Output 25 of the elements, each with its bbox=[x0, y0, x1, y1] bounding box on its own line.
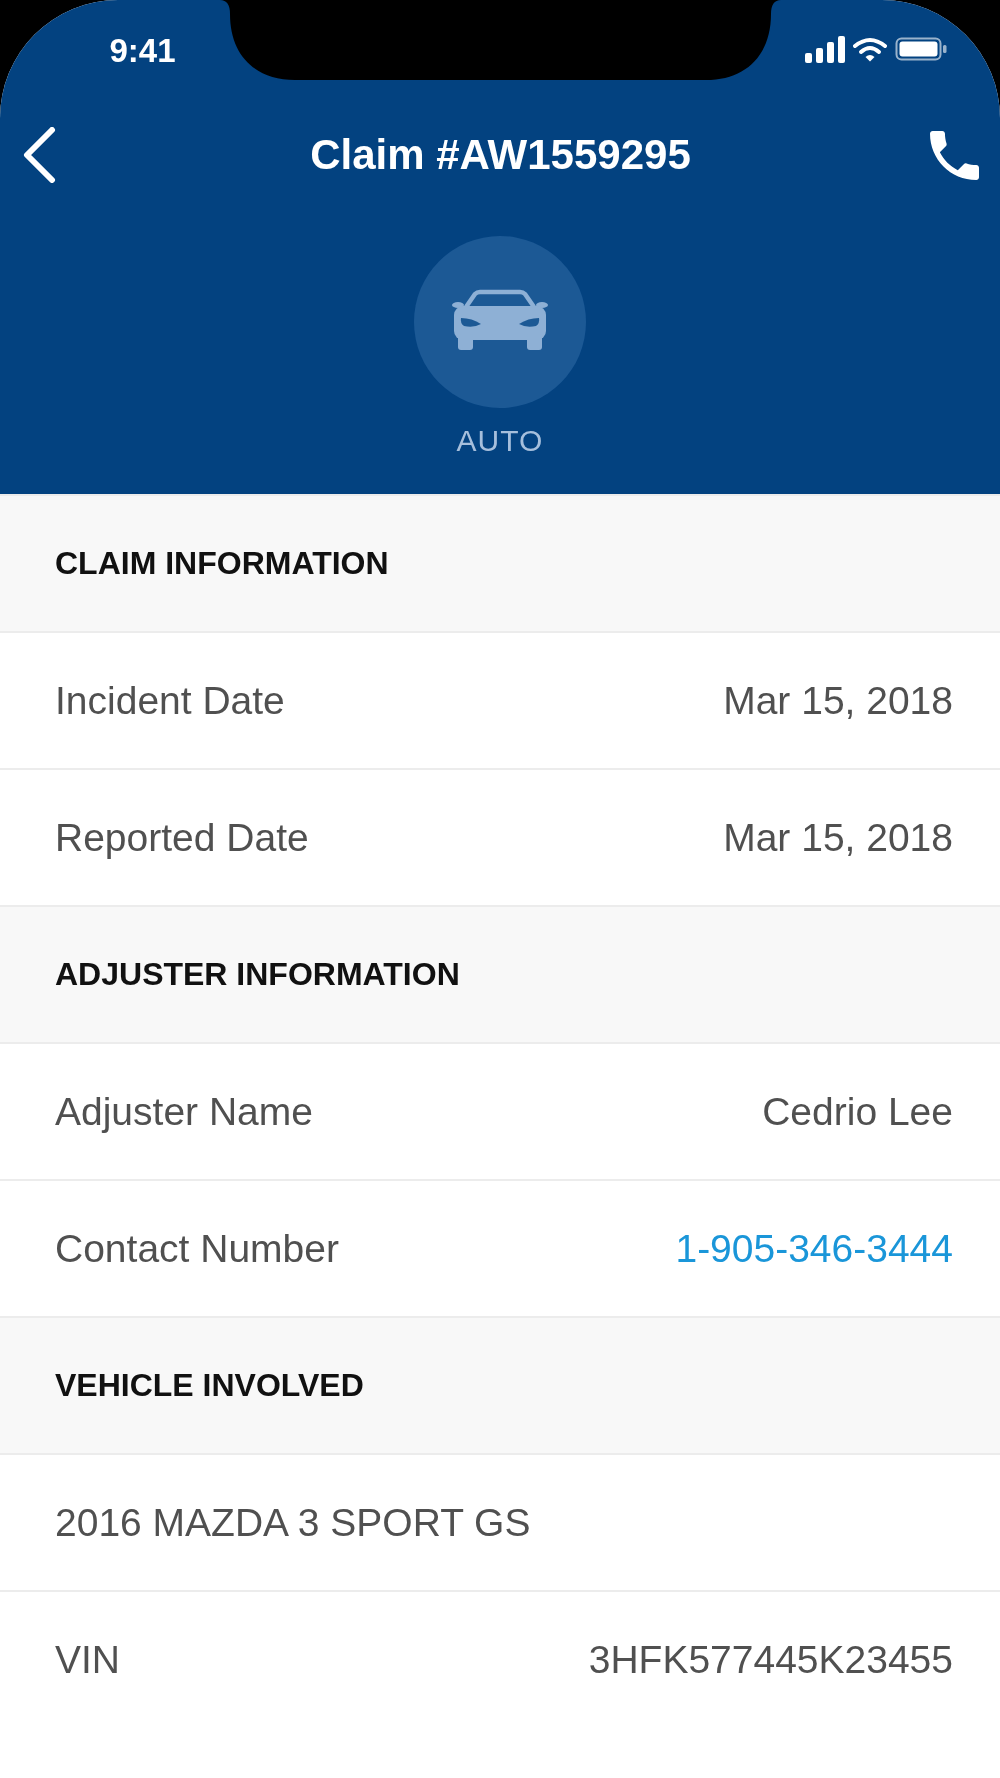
field-label: Reported Date bbox=[55, 815, 309, 860]
status-time: 9:41 bbox=[109, 31, 176, 71]
section-title: CLAIM INFORMATION bbox=[55, 545, 389, 582]
field-value: Mar 15, 2018 bbox=[723, 815, 953, 860]
back-icon bbox=[22, 127, 56, 183]
battery-icon bbox=[894, 37, 947, 61]
field-value: Cedrio Lee bbox=[762, 1089, 953, 1134]
claim-type-label: AUTO bbox=[456, 423, 544, 459]
field-label: Contact Number bbox=[55, 1226, 339, 1271]
call-button[interactable] bbox=[930, 130, 979, 180]
field-value: 3HFK577445K23455 bbox=[588, 1637, 953, 1682]
phone-link[interactable]: 1-905-346-3444 bbox=[675, 1226, 953, 1271]
section-title: VEHICLE INVOLVED bbox=[55, 1367, 364, 1404]
wifi-icon bbox=[852, 36, 887, 62]
field-value: Mar 15, 2018 bbox=[723, 678, 953, 723]
screen-title: Claim #AW1559295 bbox=[310, 130, 691, 180]
field-label: Adjuster Name bbox=[55, 1089, 313, 1134]
vehicle-name: 2016 MAZDA 3 SPORT GS bbox=[55, 1500, 531, 1545]
field-label: VIN bbox=[55, 1637, 120, 1682]
back-button[interactable] bbox=[22, 127, 56, 183]
section-title: ADJUSTER INFORMATION bbox=[55, 956, 460, 993]
signal-icon bbox=[804, 35, 845, 63]
field-label: Incident Date bbox=[55, 678, 285, 723]
phone-icon bbox=[930, 130, 979, 180]
car-icon bbox=[414, 236, 586, 408]
